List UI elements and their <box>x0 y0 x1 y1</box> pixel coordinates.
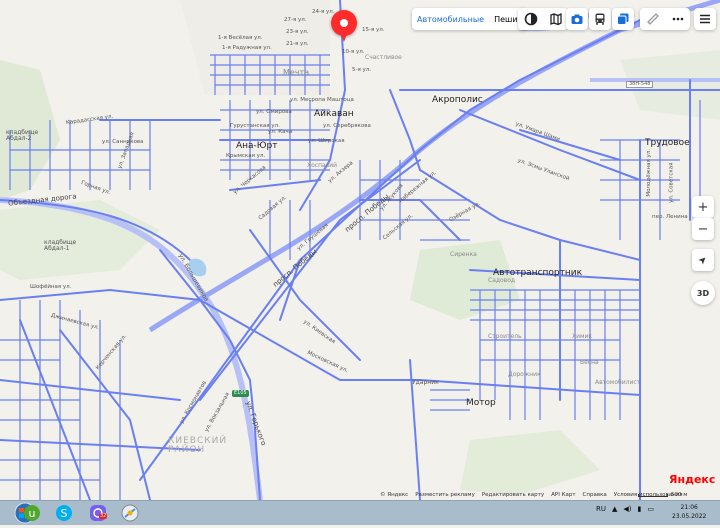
label-ul-21: 21-я ул. <box>286 41 309 47</box>
brand-text: Яндекс <box>669 473 716 486</box>
label-udarnik: Ударник <box>412 379 439 386</box>
label-vesyolaya: 1-я Весёлая ул. <box>218 35 263 41</box>
label-aikavan: Айкаван <box>314 109 354 119</box>
traffic-layer-icon[interactable] <box>524 12 538 26</box>
yandex-logo[interactable]: Яндекс <box>669 473 715 486</box>
label-stroitel: Строитель <box>488 333 522 340</box>
location-pin-tail <box>341 34 347 42</box>
label-molodyozhnaya: Молодёжная ул. <box>646 148 653 197</box>
label-shirokaya: ул. Широкая <box>308 138 345 144</box>
label-ul-23: 23-я ул. <box>286 29 309 35</box>
label-road-38n: 38Н-548 <box>626 81 654 88</box>
advertise-link[interactable]: Разместить рекламу <box>415 492 475 498</box>
label-ul-5: 5-я ул. <box>352 67 372 73</box>
volume-icon[interactable]: ◀) <box>623 505 631 513</box>
label-sannikova: ул. Санникова <box>102 139 144 145</box>
layers-icon <box>617 13 629 25</box>
label-ana-yurt: Ана-Юрт <box>236 141 278 151</box>
label-lenina: пер. Ленина <box>652 214 688 220</box>
taskbar: u S 32 RU ▲ ◀) ▮ ▭ 21:06 23.05.2022 <box>0 500 720 525</box>
svg-text:u: u <box>29 507 36 520</box>
copyright-text: © Яндекс <box>380 492 409 498</box>
label-avtomobilist: Автомобилист <box>595 379 641 386</box>
label-sovetskaya: ул. Советская <box>668 162 675 203</box>
label-sirenka: Сиренка <box>450 251 477 258</box>
tools-group[interactable] <box>640 8 690 30</box>
label-gurustanskaya: Гурустанская ул. <box>230 123 280 129</box>
label-dorozhnik: Дорожник <box>508 371 541 378</box>
label-sadovod: Садовод <box>488 277 516 284</box>
zoom-in-button[interactable]: + <box>692 196 714 218</box>
label-krymskaya: Крымская ул. <box>226 153 266 159</box>
label-khimik: Химик <box>572 333 593 340</box>
scale-line <box>638 493 668 497</box>
system-tray: RU ▲ ◀) ▮ ▭ <box>596 505 654 513</box>
system-clock[interactable]: 21:06 23.05.2022 <box>672 503 706 521</box>
label-khoshaevi: Хоспавий <box>307 162 338 169</box>
svg-text:S: S <box>61 507 68 520</box>
label-mechta: Мечта <box>283 68 310 77</box>
taskbar-skype[interactable]: S <box>52 503 76 523</box>
panorama-icon[interactable] <box>549 12 563 26</box>
edit-map-link[interactable]: Редактировать карту <box>482 492 544 498</box>
taskbar-utorrent[interactable]: u <box>20 503 44 523</box>
more-icon[interactable] <box>671 12 685 26</box>
taskbar-chrome[interactable] <box>118 503 142 523</box>
label-cemetery-abdal1: кладбище Абдал-1 <box>44 239 77 252</box>
label-mesrop: ул. Месропа Маштоца <box>290 97 354 103</box>
bus-icon <box>595 13 605 25</box>
label-cemetery-abdal2: кладбище Абдал-2 <box>6 129 39 142</box>
camera-icon <box>571 14 583 24</box>
utorrent-icon: u <box>24 505 40 521</box>
label-ul-24: 24-я ул. <box>312 9 335 15</box>
language-indicator[interactable]: RU <box>596 505 606 513</box>
clock-time: 21:06 <box>680 504 698 511</box>
tray-chevron-icon[interactable]: ▲ <box>612 505 617 513</box>
api-link[interactable]: API Карт <box>551 492 575 498</box>
network-icon[interactable]: ▮ <box>638 505 642 513</box>
label-raduzhnaya: 1-я Радужная ул. <box>222 45 272 51</box>
map-view[interactable]: Акрополис Айкаван Ана-Юрт Трудовое Автот… <box>0 0 720 500</box>
location-pin-icon[interactable] <box>331 10 357 36</box>
route-car-option[interactable]: Автомобильные <box>412 15 489 24</box>
label-ul-15: 15-я ул. <box>362 27 385 33</box>
label-motor: Мотор <box>466 398 496 408</box>
layers-button[interactable] <box>612 8 634 30</box>
label-vesna: Весна <box>580 359 599 366</box>
camera-button[interactable] <box>566 8 588 30</box>
label-trudovoe: Трудовое <box>645 138 690 148</box>
clock-date: 23.05.2022 <box>672 513 707 520</box>
navigation-arrow-icon: ➤ <box>696 253 710 267</box>
view-3d-button[interactable]: 3D <box>691 281 715 305</box>
label-e105: E105 <box>232 390 249 397</box>
label-kacha: ул. Кача <box>268 129 293 135</box>
locate-button[interactable]: ➤ <box>692 249 714 271</box>
label-ul-27: 27-я ул. <box>284 17 307 23</box>
label-shofeinaya: Шофёйная ул. <box>30 284 72 290</box>
scale-bar: 500 м <box>638 492 687 498</box>
hamburger-icon <box>700 14 710 24</box>
label-omirova: ул. Омирова <box>256 109 292 115</box>
label-ul-10: 10-я ул. <box>342 49 365 55</box>
road-network <box>0 0 720 500</box>
browser-icon <box>121 504 139 522</box>
taskbar-viber[interactable]: 32 <box>86 503 110 523</box>
zoom-out-button[interactable]: − <box>692 218 714 240</box>
viber-badge: 32 <box>99 513 108 519</box>
label-akropolis: Акрополис <box>432 95 483 105</box>
label-serebryakova: ул. Серебрякова <box>323 123 371 129</box>
transport-button[interactable] <box>589 8 611 30</box>
scale-label: 500 м <box>671 492 688 498</box>
help-link[interactable]: Справка <box>583 492 607 498</box>
label-kievsky-raion: КИЕВСКИЙ РАЙОН <box>168 436 228 455</box>
route-type-switch[interactable]: Автомобильные Пешие <box>412 8 528 30</box>
battery-icon[interactable]: ▭ <box>647 505 654 513</box>
layers-group[interactable] <box>518 8 568 30</box>
label-shchastlive: Счастливое <box>365 54 402 61</box>
menu-button[interactable] <box>694 8 716 30</box>
skype-icon: S <box>56 505 72 521</box>
ruler-icon[interactable] <box>646 12 660 26</box>
